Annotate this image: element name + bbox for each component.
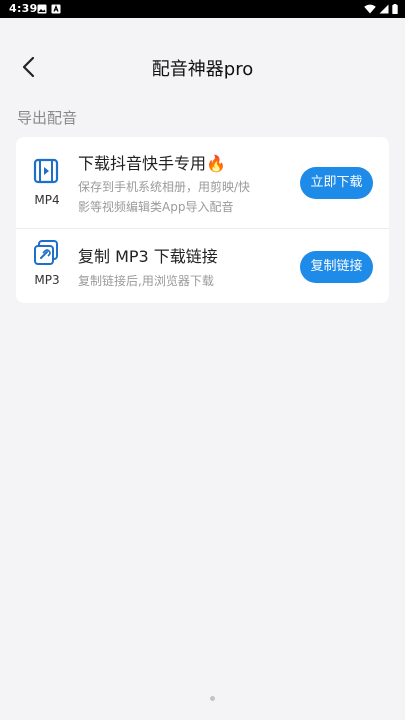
battery-icon bbox=[392, 4, 398, 14]
link-file-icon bbox=[34, 240, 58, 265]
format-label: MP4 bbox=[34, 193, 60, 207]
page-title: 配音神器pro bbox=[151, 59, 254, 80]
signal-icon bbox=[379, 4, 389, 14]
wifi-icon bbox=[364, 4, 376, 14]
item-description: 保存到手机系统相册，用剪映/快 影等视频编辑类App导入配音 bbox=[78, 180, 251, 214]
image-notification-icon bbox=[37, 4, 47, 14]
copy-link-button[interactable]: 复制链接 bbox=[300, 251, 373, 283]
status-time: 4:39 bbox=[9, 2, 38, 15]
app-header: 配音神器pro bbox=[0, 18, 405, 116]
download-now-button[interactable]: 立即下载 bbox=[300, 167, 373, 199]
fire-icon: 🔥 bbox=[206, 154, 226, 173]
list-item-mp3: MP3 复制 MP3 下载链接 复制链接后,用浏览器下载 复制链接 bbox=[16, 228, 389, 303]
item-title: 下载抖音快手专用🔥 bbox=[78, 154, 226, 173]
home-indicator bbox=[210, 696, 215, 701]
section-label: 导出配音 bbox=[17, 109, 78, 127]
item-description: 复制链接后,用浏览器下载 bbox=[78, 274, 214, 288]
video-file-icon bbox=[33, 158, 59, 184]
format-label: MP3 bbox=[34, 273, 60, 287]
list-item-mp4: MP4 下载抖音快手专用🔥 保存到手机系统相册，用剪映/快 影等视频编辑类App… bbox=[16, 137, 389, 228]
export-options-card: MP4 下载抖音快手专用🔥 保存到手机系统相册，用剪映/快 影等视频编辑类App… bbox=[16, 137, 389, 303]
app-notification-icon bbox=[51, 4, 61, 14]
status-bar: 4:39 bbox=[0, 0, 405, 18]
item-title: 复制 MP3 下载链接 bbox=[78, 247, 218, 266]
